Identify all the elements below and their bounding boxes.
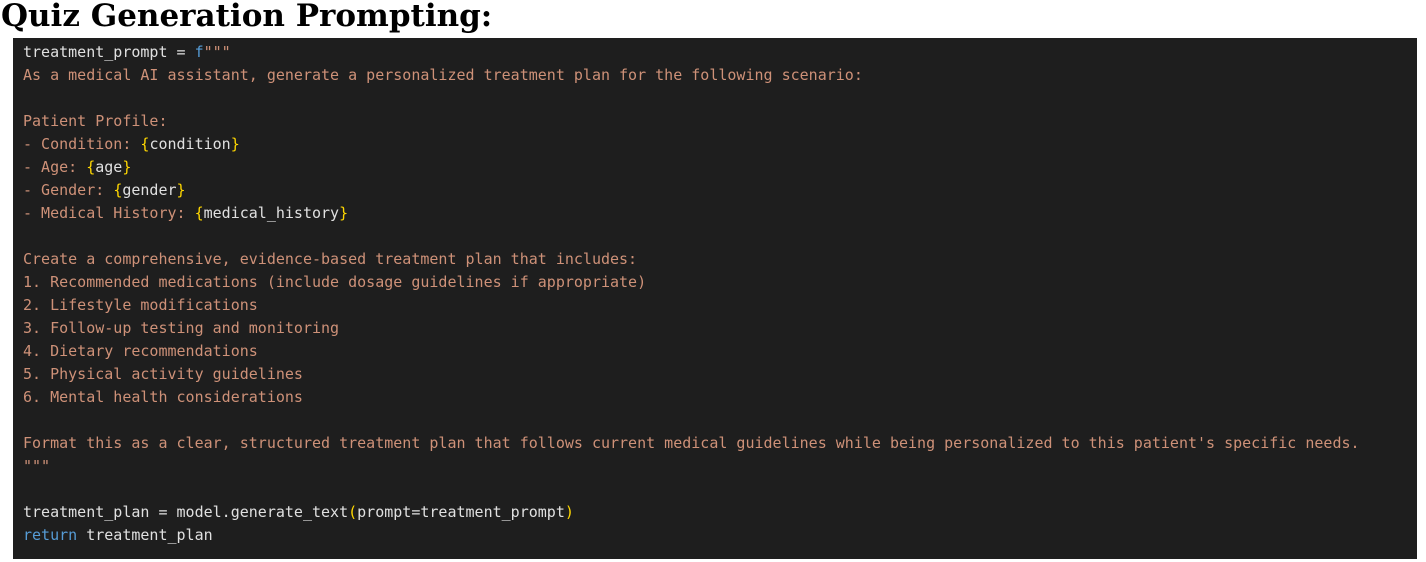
code-token: treatment_prompt = [23,43,195,61]
code-content: treatment_prompt = f""" As a medical AI a… [23,41,1360,547]
code-line: - Age: {age} [23,156,1360,179]
code-token: gender [122,181,177,199]
code-line: - Condition: {condition} [23,133,1360,156]
code-token: 2. Lifestyle modifications [23,296,258,314]
code-token: treatment_plan [77,526,213,544]
code-token: Format this as a clear, structured treat… [23,434,1360,452]
code-line: """ [23,455,1360,478]
code-token: - Medical History: [23,204,195,222]
code-token: } [339,204,349,222]
code-token: f [194,43,204,61]
code-token: condition [149,135,231,153]
code-block[interactable]: treatment_prompt = f""" As a medical AI a… [13,38,1417,559]
code-line: - Medical History: {medical_history} [23,202,1360,225]
section-heading: Quiz Generation Prompting: [1,0,493,34]
code-token: - Condition: [23,135,141,153]
code-token: prompt=treatment_prompt [357,503,565,521]
code-token: 6. Mental health considerations [23,388,303,406]
code-line: 5. Physical activity guidelines [23,363,1360,386]
code-line: treatment_plan = model.generate_text(pro… [23,501,1360,524]
code-token: """ [203,43,231,61]
code-token: age [95,158,123,176]
code-token: { [86,158,96,176]
code-token: treatment_plan = model.generate_text [23,503,349,521]
code-token: medical_history [203,204,340,222]
code-token: { [194,204,204,222]
code-token: } [176,181,186,199]
code-token: 3. Follow-up testing and monitoring [23,319,340,337]
code-line: Patient Profile: [23,110,1360,133]
code-line: Create a comprehensive, evidence-based t… [23,248,1360,271]
code-line: 1. Recommended medications (include dosa… [23,271,1360,294]
code-token: - Age: [23,158,87,176]
code-line: 4. Dietary recommendations [23,340,1360,363]
code-line: Format this as a clear, structured treat… [23,432,1360,455]
code-token: Create a comprehensive, evidence-based t… [23,250,638,268]
code-token: 1. Recommended medications (include dosa… [23,273,647,291]
code-token: } [230,135,240,153]
code-line: 3. Follow-up testing and monitoring [23,317,1360,340]
code-token: return [23,526,78,544]
code-token: ( [348,503,358,521]
code-token: As a medical AI assistant, generate a pe… [23,66,863,84]
code-line: - Gender: {gender} [23,179,1360,202]
code-token: """ [23,457,51,475]
code-line: 6. Mental health considerations [23,386,1360,409]
code-line: treatment_prompt = f""" [23,41,1360,64]
code-token: { [113,181,123,199]
code-token: ) [564,503,574,521]
code-token: Patient Profile: [23,112,168,130]
code-token: 4. Dietary recommendations [23,342,258,360]
code-line: 2. Lifestyle modifications [23,294,1360,317]
code-line: return treatment_plan [23,524,1360,547]
code-token: 5. Physical activity guidelines [23,365,303,383]
code-token: } [122,158,132,176]
code-line: As a medical AI assistant, generate a pe… [23,64,1360,87]
code-token: - Gender: [23,181,114,199]
